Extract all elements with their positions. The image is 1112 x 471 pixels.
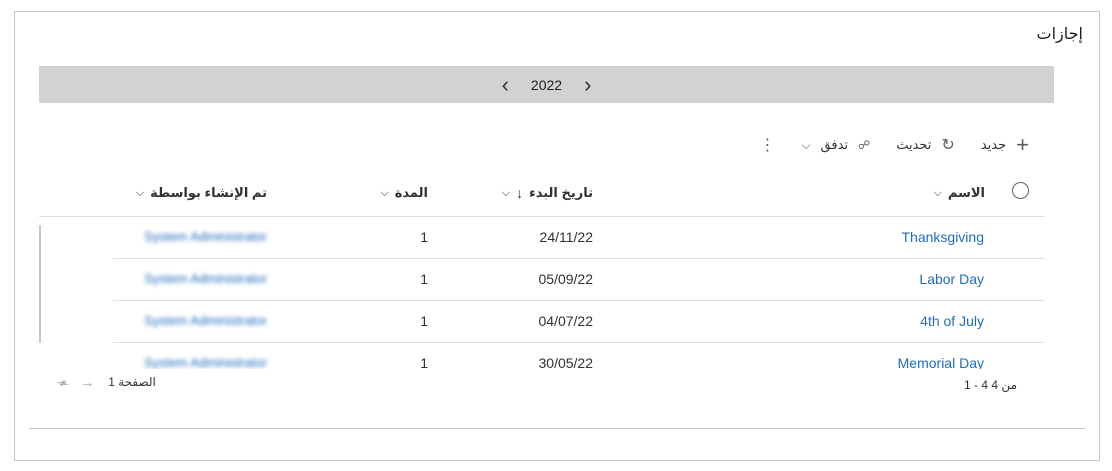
plus-icon: +: [1016, 132, 1029, 157]
column-header-created-by-label: تم الإنشاء بواسطة: [150, 185, 267, 200]
page-indicator: الصفحة 1: [108, 375, 156, 389]
table-row[interactable]: 4th of July 04/07/22 1 System Administra…: [113, 301, 1045, 343]
column-header-duration[interactable]: المدة ⌵: [380, 185, 428, 201]
table-row[interactable]: Memorial Day 30/05/22 1 System Administr…: [113, 343, 1045, 369]
duration-cell: 1: [420, 229, 428, 245]
holiday-name-link[interactable]: Thanksgiving: [902, 229, 985, 245]
flow-button-label: تدفق: [820, 137, 849, 152]
column-header-duration-label: المدة: [394, 185, 428, 200]
start-date-cell: 05/09/22: [538, 271, 594, 287]
year-label: 2022: [530, 76, 563, 93]
duration-cell: 1: [420, 271, 428, 287]
start-date-cell: 24/11/22: [539, 229, 593, 245]
duration-cell: 1: [420, 355, 428, 369]
column-header-start-date[interactable]: تاريخ البدء ↓ ⌵: [502, 185, 593, 201]
chevron-down-icon: ⌵: [801, 137, 811, 152]
previous-year-chevron-icon[interactable]: ›: [584, 73, 591, 96]
chevron-down-icon: ⌵: [135, 186, 145, 199]
new-button-label: جديد: [980, 137, 1007, 152]
grid-footer: الصفحة 1 → ⇥ 1 - 4 من 4 ←: [39, 370, 1045, 400]
holiday-name-link[interactable]: 4th of July: [920, 313, 984, 329]
divider: [29, 428, 1085, 429]
flow-icon: ☍: [858, 138, 871, 152]
refresh-button[interactable]: ↻ تحديث: [896, 135, 955, 155]
flow-button[interactable]: ☍ تدفق ⌵: [801, 137, 870, 153]
column-header-name-label: الاسم: [947, 185, 985, 200]
new-button[interactable]: + جديد: [981, 132, 1029, 158]
duration-cell: 1: [420, 313, 428, 329]
table-row[interactable]: Labor Day 05/09/22 1 System Administrato…: [113, 259, 1045, 301]
created-by-link[interactable]: System Administrator: [144, 271, 267, 286]
command-bar: + جديد ↻ تحديث ☍ تدفق ⌵ ⋮: [747, 132, 1029, 158]
refresh-icon: ↻: [941, 137, 955, 154]
panel-title: إجازات: [1036, 26, 1083, 43]
start-date-cell: 04/07/22: [538, 313, 594, 329]
chevron-down-icon: ⌵: [501, 186, 511, 199]
record-count: 1 - 4 من 4: [964, 378, 1017, 392]
start-date-cell: 30/05/22: [538, 355, 594, 369]
chevron-down-icon: ⌵: [933, 186, 942, 199]
column-header-start-date-label: تاريخ البدء: [529, 185, 593, 200]
column-header-created-by[interactable]: تم الإنشاء بواسطة ⌵: [136, 185, 267, 201]
created-by-link[interactable]: System Administrator: [144, 355, 267, 369]
sort-descending-icon: ↓: [516, 185, 524, 201]
grid-header: الاسم ⌵ تاريخ البدء ↓ ⌵ المدة ⌵ تم الإنش…: [39, 174, 1045, 217]
chevron-down-icon: ⌵: [380, 186, 389, 199]
created-by-link[interactable]: System Administrator: [144, 313, 267, 328]
pager: الصفحة 1 → ⇥: [57, 374, 156, 390]
next-year-chevron-icon[interactable]: ‹: [502, 73, 509, 96]
previous-page-arrow-icon[interactable]: →: [80, 374, 94, 390]
next-page-arrow-icon[interactable]: ←: [57, 374, 71, 390]
year-navigator: ‹ 2022 ›: [39, 66, 1054, 103]
holidays-panel: إجازات ‹ 2022 › + جديد ↻ تحديث ☍ تدفق ⌵ …: [14, 11, 1100, 461]
select-all-checkbox[interactable]: [1012, 182, 1029, 199]
holidays-grid[interactable]: Thanksgiving 24/11/22 1 System Administr…: [39, 217, 1045, 369]
holiday-name-link[interactable]: Memorial Day: [898, 355, 984, 369]
holiday-name-link[interactable]: Labor Day: [919, 271, 984, 287]
table-row[interactable]: Thanksgiving 24/11/22 1 System Administr…: [113, 217, 1045, 259]
more-icon[interactable]: ⋮: [759, 135, 775, 155]
refresh-button-label: تحديث: [896, 137, 932, 152]
column-header-name[interactable]: الاسم ⌵: [934, 185, 985, 201]
scroll-indicator[interactable]: [39, 225, 41, 343]
created-by-link[interactable]: System Administrator: [144, 229, 267, 244]
